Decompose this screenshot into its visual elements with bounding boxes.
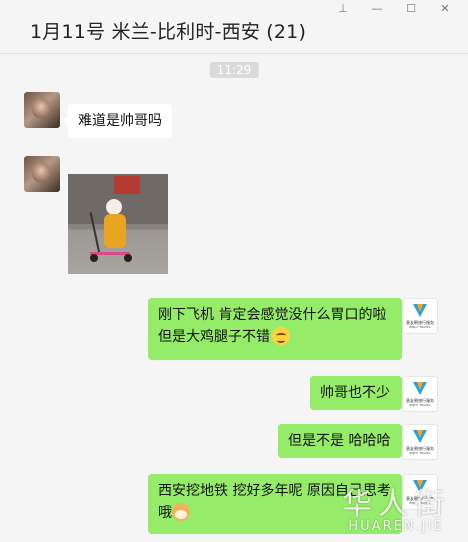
timestamp: 11:29	[209, 62, 259, 78]
message-list[interactable]: 11:29 难道是帅哥吗 刚下飞机 肯定会感觉没什么胃口的啦 但是大鸡腿子不错 …	[0, 54, 468, 542]
message-text: 刚下飞机 肯定会感觉没什么胃口的啦	[158, 307, 387, 323]
brand-logo-icon	[413, 429, 427, 443]
message-bubble[interactable]: 难道是帅哥吗	[63, 104, 172, 138]
self-avatar[interactable]: 意友朝旅行服务 ENJOY TRAVEL	[402, 424, 438, 460]
smile-emoji-icon	[272, 327, 290, 345]
chat-header: 1月11号 米兰-比利时-西安 (21)	[30, 12, 448, 52]
chat-title[interactable]: 1月11号 米兰-比利时-西安 (21)	[30, 12, 448, 52]
message-text: 但是大鸡腿子不错	[158, 329, 270, 345]
brand-logo-icon	[413, 303, 427, 317]
message-text: 但是不是 哈哈哈	[288, 433, 391, 449]
self-avatar[interactable]: 意友朝旅行服务 ENJOY TRAVEL	[402, 298, 438, 334]
message-bubble[interactable]: 刚下飞机 肯定会感觉没什么胃口的啦 但是大鸡腿子不错	[148, 298, 407, 360]
sender-avatar[interactable]	[24, 92, 60, 128]
dog-emoji-icon	[172, 503, 190, 521]
message-bubble[interactable]: 帅哥也不少	[310, 376, 407, 410]
watermark: 华人街 HUAREN.JIE	[342, 487, 450, 534]
photo-message[interactable]	[68, 174, 168, 274]
self-avatar[interactable]: 意友朝旅行服务 ENJOY TRAVEL	[402, 376, 438, 412]
message-bubble[interactable]: 但是不是 哈哈哈	[278, 424, 407, 458]
brand-logo-icon	[413, 381, 427, 395]
message-text: 帅哥也不少	[320, 385, 390, 401]
sender-avatar[interactable]	[24, 156, 60, 192]
message-text: 难道是帅哥吗	[78, 113, 162, 129]
message-text: 哦	[158, 505, 172, 521]
